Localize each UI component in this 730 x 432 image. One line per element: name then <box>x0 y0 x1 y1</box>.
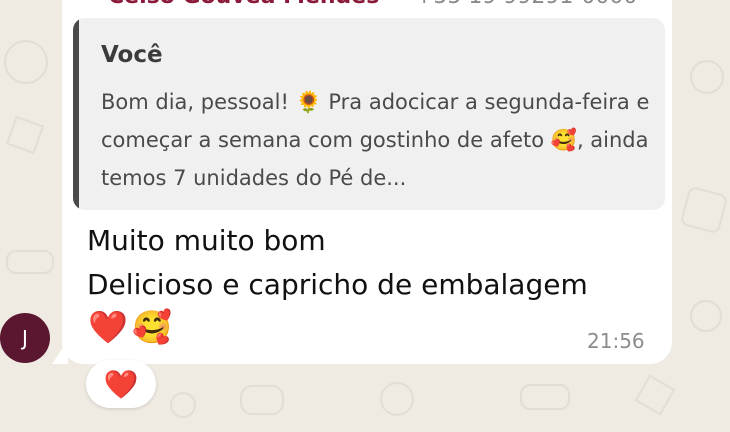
wallpaper-doodle <box>380 382 414 416</box>
wallpaper-doodle <box>679 185 729 235</box>
quoted-message[interactable]: Você Bom dia, pessoal! 🌻 Pra adocicar a … <box>73 18 665 210</box>
wallpaper-doodle <box>690 300 722 332</box>
wallpaper-doodle <box>6 250 54 274</box>
wallpaper-doodle <box>240 385 284 415</box>
wallpaper-doodle <box>634 374 676 416</box>
wallpaper-doodle <box>4 40 48 84</box>
wallpaper-doodle <box>170 392 196 418</box>
heart-reaction-emoji: ❤️ <box>103 367 139 401</box>
quote-accent-bar <box>73 18 79 210</box>
heart-emoji: ❤️ <box>88 308 128 346</box>
quoted-author: Você <box>101 42 163 68</box>
avatar[interactable]: J <box>0 313 50 363</box>
reaction-badge[interactable]: ❤️ <box>86 360 156 408</box>
wallpaper-doodle <box>5 115 45 155</box>
wallpaper-doodle <box>520 384 570 410</box>
smiling-face-hearts-emoji: 🥰 <box>132 308 172 346</box>
quoted-text: Bom dia, pessoal! 🌻 Pra adocicar a segun… <box>101 90 650 190</box>
sender-phone: +55 19 99291-0000 <box>415 0 637 9</box>
message-text-line: Delicioso e capricho de embalagem <box>87 268 588 301</box>
wallpaper-doodle <box>690 60 724 94</box>
message-text-line: Muito muito bom <box>87 224 326 257</box>
sender-name[interactable]: Celso Gouvêa Mendes <box>108 0 379 9</box>
message-time: 21:56 <box>587 329 645 353</box>
